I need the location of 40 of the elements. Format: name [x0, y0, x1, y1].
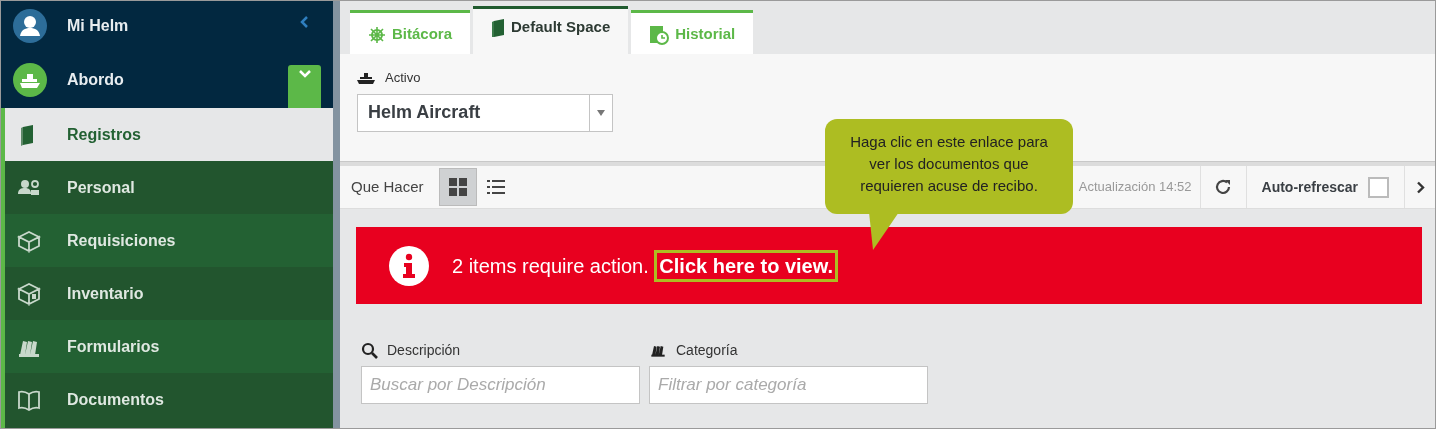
section-name[interactable]: Abordo — [67, 67, 124, 92]
boat-icon — [357, 71, 375, 84]
field-label: Categoría — [676, 340, 738, 360]
auto-refresh-label: Auto-refrescar — [1261, 177, 1358, 197]
field-label: Activo — [385, 69, 421, 87]
grid-icon — [448, 178, 467, 196]
asset-select[interactable]: Helm Aircraft — [357, 93, 613, 132]
view-link[interactable]: Click here to view. — [654, 249, 839, 282]
package-icon — [17, 228, 41, 253]
view-toggle[interactable] — [438, 168, 477, 206]
field-label: Descripción — [387, 340, 461, 360]
wheel-icon — [368, 25, 386, 44]
tab[interactable]: Default Space — [473, 6, 629, 54]
box-icon — [17, 281, 41, 306]
section-title: Que Hacer — [351, 176, 424, 197]
sidebar-item[interactable]: Documentos — [1, 373, 333, 426]
search-icon — [361, 341, 378, 359]
clock-notebook-icon — [649, 24, 670, 45]
boat-icon — [13, 62, 47, 97]
collapse-icon[interactable] — [299, 15, 309, 29]
chevron-right-icon — [1415, 180, 1425, 194]
filter-field[interactable]: Filtrar por categoría — [649, 366, 928, 404]
last-update: Actualización 14:52 — [1078, 166, 1201, 208]
book-icon — [491, 18, 506, 37]
sidebar-item[interactable]: Personal — [1, 161, 333, 214]
refresh-icon — [1214, 178, 1232, 196]
sidebar-item[interactable]: Registros — [1, 108, 333, 161]
caret-icon — [597, 109, 605, 116]
callout-tail — [869, 212, 899, 250]
filter-field[interactable]: Buscar por Descripción — [361, 366, 640, 404]
avatar-icon — [13, 9, 47, 43]
alert-message: 2 items require action. Click here to view. — [452, 250, 839, 281]
sidebar-item[interactable]: Inventario — [1, 267, 333, 320]
expand-toggle[interactable] — [288, 65, 321, 108]
user-name[interactable]: Mi Helm — [67, 14, 129, 38]
auto-refresh-checkbox[interactable] — [1368, 176, 1389, 198]
chevron-down-icon — [297, 69, 312, 79]
callout: Haga clic en este enlace para ver los documentos que requieren acuse de recibo. — [825, 119, 1073, 252]
list-icon — [486, 179, 505, 195]
info-icon — [389, 245, 429, 286]
